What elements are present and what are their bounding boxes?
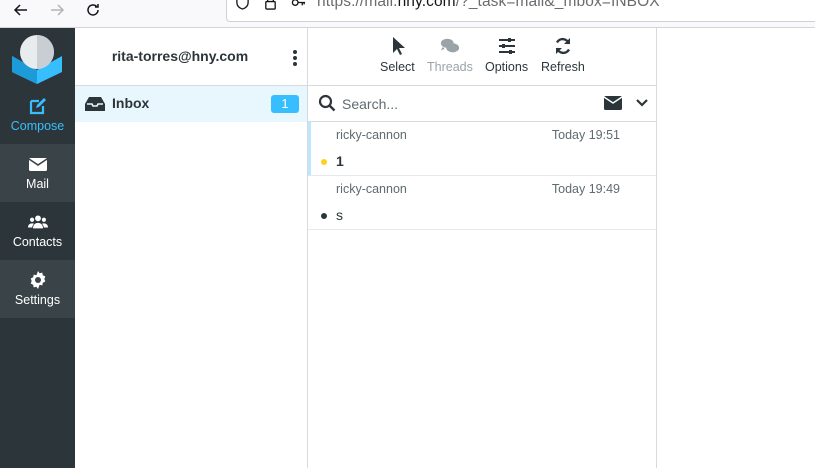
roundcube-logo bbox=[10, 32, 64, 84]
url-prefix: https://mail. bbox=[317, 0, 398, 10]
inbox-icon bbox=[85, 97, 105, 111]
search-bar bbox=[308, 86, 656, 122]
compose-button[interactable]: Compose bbox=[0, 86, 75, 144]
pointer-icon bbox=[393, 37, 406, 55]
message-list-panel: Select Threads Options Refresh ricky-can… bbox=[308, 28, 657, 468]
message-sender: ricky-cannon bbox=[336, 182, 407, 196]
message-toolbar: Select Threads Options Refresh bbox=[308, 28, 656, 86]
contacts-button[interactable]: Contacts bbox=[0, 202, 75, 260]
message-subject: 1 bbox=[336, 153, 344, 169]
mail-button[interactable]: Mail bbox=[0, 144, 75, 202]
folder-panel: rita-torres@hny.com Inbox 1 bbox=[75, 28, 308, 468]
message-date: Today 19:51 bbox=[551, 128, 620, 142]
refresh-button[interactable]: Refresh bbox=[541, 36, 585, 84]
threads-icon bbox=[440, 38, 460, 53]
compose-label: Compose bbox=[10, 119, 65, 133]
settings-button[interactable]: Settings bbox=[0, 260, 75, 318]
reload-button[interactable] bbox=[83, 0, 103, 20]
options-button[interactable]: Options bbox=[485, 36, 528, 84]
url-suffix: /?_task=mail&_mbox=INBOX bbox=[455, 0, 660, 10]
read-dot-icon[interactable] bbox=[321, 213, 327, 219]
envelope-icon[interactable] bbox=[604, 96, 622, 110]
lock-icon bbox=[261, 0, 279, 11]
sliders-icon bbox=[498, 38, 515, 54]
settings-label: Settings bbox=[14, 293, 61, 307]
folder-header: rita-torres@hny.com bbox=[75, 28, 307, 86]
select-label: Select bbox=[380, 60, 415, 74]
envelope-icon bbox=[28, 158, 47, 171]
threads-button[interactable]: Threads bbox=[427, 36, 473, 84]
users-icon bbox=[27, 215, 48, 229]
threads-label: Threads bbox=[427, 60, 473, 74]
shield-icon bbox=[233, 0, 251, 11]
message-sender: ricky-cannon bbox=[336, 128, 407, 142]
browser-toolbar: https://mail.hny.com/?_task=mail&_mbox=I… bbox=[0, 0, 815, 28]
url-bar[interactable]: https://mail.hny.com/?_task=mail&_mbox=I… bbox=[226, 0, 815, 22]
options-label: Options bbox=[485, 60, 529, 74]
search-icon[interactable] bbox=[318, 94, 336, 112]
refresh-label: Refresh bbox=[541, 60, 585, 74]
task-menu: Compose Mail Contacts Settings bbox=[0, 28, 75, 468]
search-input[interactable] bbox=[342, 93, 582, 115]
kebab-dot bbox=[293, 56, 297, 60]
message-subject: s bbox=[336, 207, 343, 223]
account-username: rita-torres@hny.com bbox=[111, 48, 249, 64]
compose-icon bbox=[29, 98, 46, 115]
folder-label: Inbox bbox=[112, 95, 150, 111]
kebab-dot bbox=[293, 50, 297, 54]
select-button[interactable]: Select bbox=[380, 36, 415, 84]
message-row[interactable]: ricky-cannon Today 19:51 1 bbox=[308, 122, 656, 176]
url-text: https://mail.hny.com/?_task=mail&_mbox=I… bbox=[317, 0, 660, 10]
kebab-dot bbox=[293, 62, 297, 66]
back-button[interactable] bbox=[11, 0, 31, 20]
key-icon bbox=[289, 0, 307, 11]
message-date: Today 19:49 bbox=[551, 182, 620, 196]
forward-button[interactable] bbox=[47, 0, 67, 20]
message-row[interactable]: ricky-cannon Today 19:49 s bbox=[308, 176, 656, 230]
reload-icon bbox=[87, 4, 99, 16]
arrow-left-icon bbox=[13, 4, 27, 16]
arrow-right-icon bbox=[51, 4, 65, 16]
mail-label: Mail bbox=[26, 177, 49, 191]
url-domain: hny.com bbox=[397, 0, 456, 10]
folder-item-inbox[interactable]: Inbox 1 bbox=[75, 86, 307, 122]
contacts-label: Contacts bbox=[12, 235, 63, 249]
refresh-icon bbox=[555, 37, 571, 55]
gear-icon bbox=[30, 271, 45, 289]
chevron-down-icon[interactable] bbox=[636, 97, 648, 109]
folder-actions-menu-button[interactable] bbox=[289, 48, 301, 68]
unread-count-badge: 1 bbox=[271, 95, 299, 113]
unread-dot-icon[interactable] bbox=[321, 159, 327, 165]
